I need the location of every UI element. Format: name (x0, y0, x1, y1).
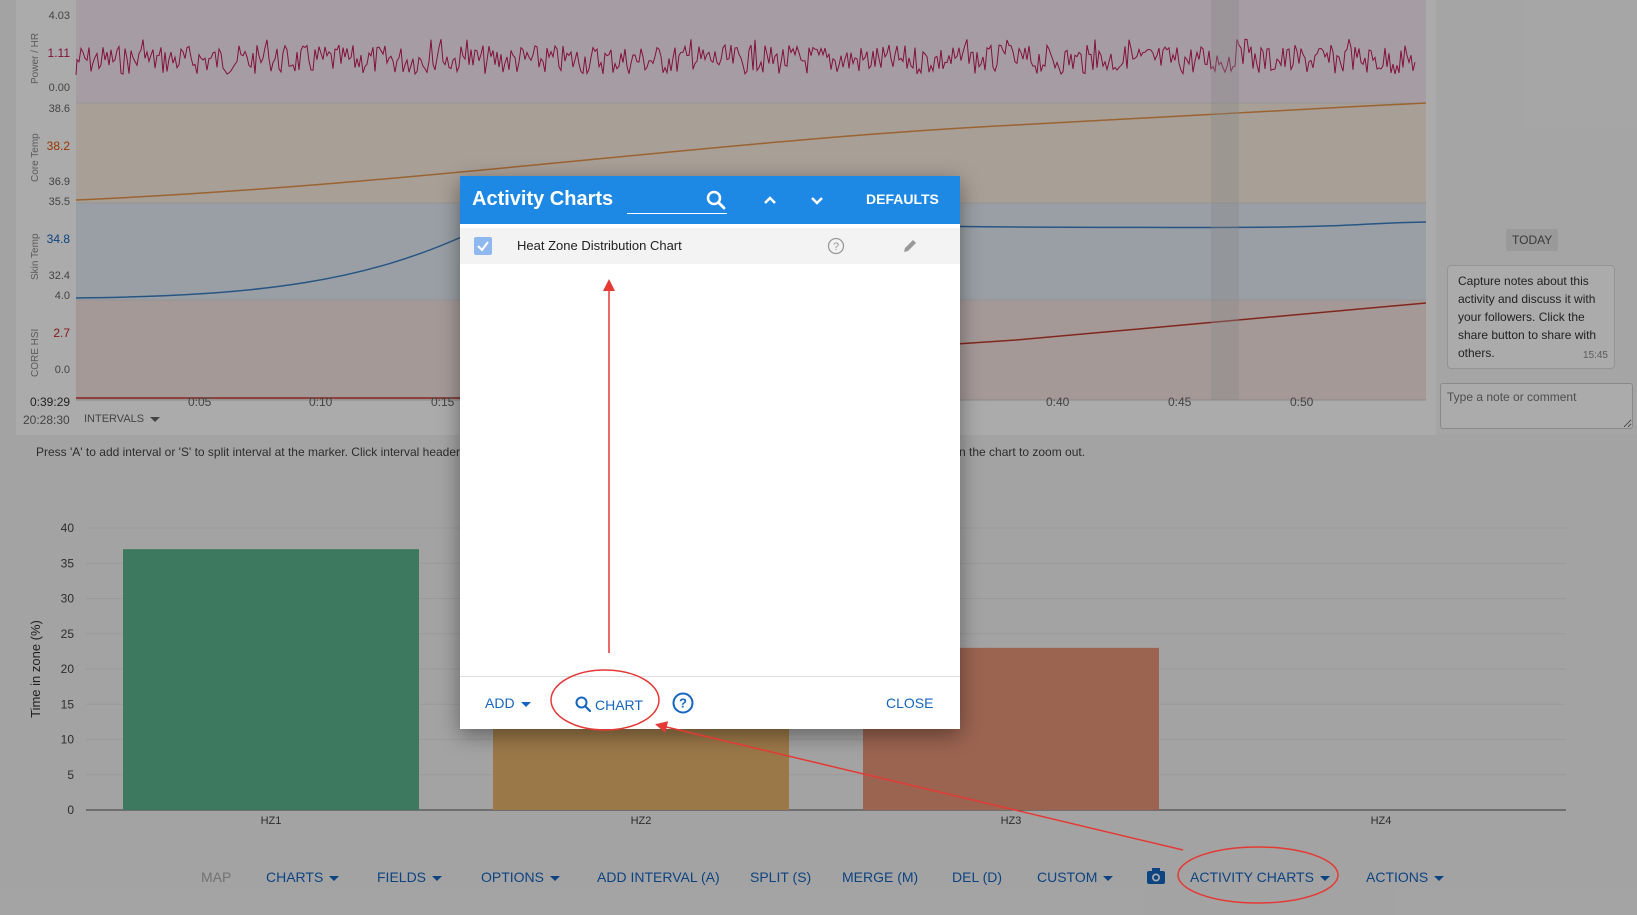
chart-search-button[interactable]: CHART (574, 695, 643, 713)
dialog-header: Activity Charts DEFAULTS (460, 176, 960, 224)
chart-list-item[interactable]: Heat Zone Distribution Chart ? (460, 228, 960, 264)
chart-checkbox[interactable] (474, 237, 492, 255)
search-icon[interactable] (704, 188, 728, 212)
search-icon (575, 696, 592, 713)
add-button[interactable]: ADD (485, 695, 531, 711)
chevron-down-icon (520, 701, 531, 707)
help-circle-icon[interactable]: ? (672, 692, 694, 717)
edit-icon[interactable] (901, 237, 919, 260)
help-icon[interactable]: ? (827, 237, 845, 260)
chart-item-label: Heat Zone Distribution Chart (517, 238, 682, 253)
svg-text:?: ? (679, 696, 687, 711)
dialog-title: Activity Charts (472, 188, 614, 210)
close-button[interactable]: CLOSE (886, 695, 933, 711)
svg-text:?: ? (833, 241, 839, 253)
activity-charts-dialog: Activity Charts DEFAULTS Heat Zone Distr… (460, 176, 960, 729)
add-label: ADD (485, 695, 515, 711)
chevron-down-icon[interactable] (805, 188, 829, 212)
dialog-footer: ADD CHART ? CLOSE (460, 676, 960, 729)
chevron-up-icon[interactable] (758, 188, 782, 212)
chart-label: CHART (595, 697, 643, 713)
defaults-button[interactable]: DEFAULTS (866, 191, 939, 207)
